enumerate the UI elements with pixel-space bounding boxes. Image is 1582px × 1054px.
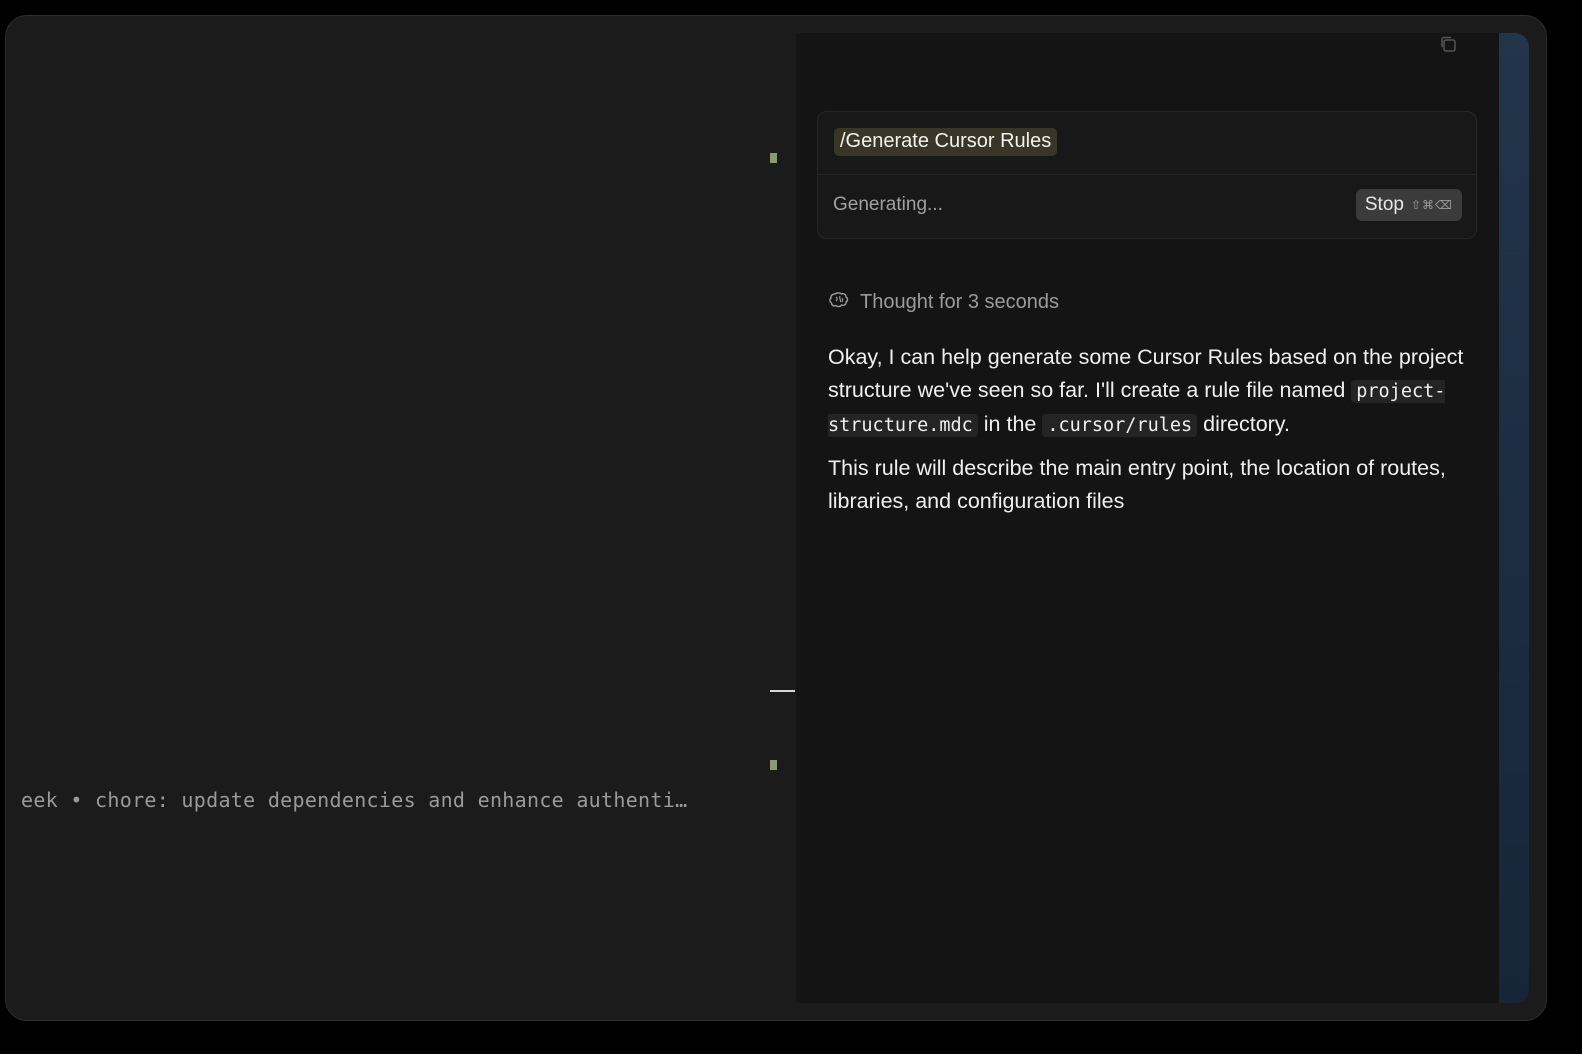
- pane-resize-handle[interactable]: [770, 690, 795, 692]
- message-text: in the: [977, 412, 1043, 436]
- gutter-change-marker: [770, 760, 777, 770]
- command-pill[interactable]: /Generate Cursor Rules: [834, 128, 1058, 156]
- editor-pane[interactable]: eek • chore: update dependencies and enh…: [6, 16, 796, 1020]
- app-window: eek • chore: update dependencies and enh…: [5, 15, 1547, 1021]
- inline-git-blame: eek • chore: update dependencies and enh…: [21, 788, 688, 812]
- message-text: directory.: [1197, 412, 1290, 436]
- stop-button-label: Stop: [1364, 194, 1404, 215]
- assistant-message: Okay, I can help generate some Cursor Ru…: [828, 341, 1473, 528]
- stop-button[interactable]: Stop ⇧⌘⌫: [1355, 189, 1462, 221]
- copy-icon[interactable]: [1439, 35, 1457, 53]
- stop-shortcut-hint: ⇧⌘⌫: [1410, 198, 1453, 212]
- message-paragraph: This rule will describe the main entry p…: [828, 456, 1446, 513]
- inline-code: .cursor/rules: [1042, 414, 1198, 437]
- chat-panel: /Generate Cursor Rules Generating... Sto…: [796, 33, 1499, 1003]
- thought-label: Thought for 3 seconds: [860, 291, 1060, 313]
- message-paragraph: Okay, I can help generate some Cursor Ru…: [828, 341, 1473, 442]
- chat-input-card[interactable]: /Generate Cursor Rules Generating... Sto…: [817, 111, 1477, 239]
- thought-indicator[interactable]: Thought for 3 seconds: [828, 291, 1059, 314]
- generating-status: Generating...: [833, 194, 943, 215]
- brain-icon: [828, 291, 850, 314]
- side-strip: [1499, 33, 1529, 1003]
- gutter-change-marker: [770, 153, 777, 163]
- card-divider: [818, 174, 1476, 175]
